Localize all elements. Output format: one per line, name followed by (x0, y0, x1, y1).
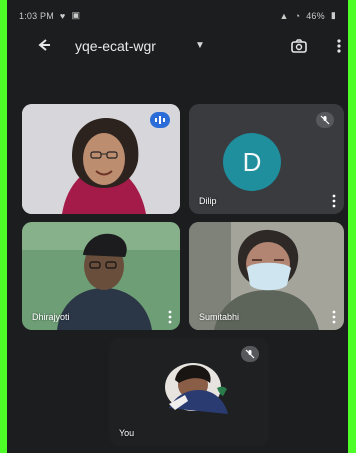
status-time: 1:03 PM (19, 10, 54, 21)
status-bar: 1:03 PM ♥ ▣ ▲ ◔ 46% ▮ (7, 0, 348, 30)
signal-icon: ▲ (279, 10, 289, 21)
meeting-code[interactable]: yqe-ecat-wgr (75, 38, 156, 54)
status-left: 1:03 PM ♥ ▣ (19, 10, 80, 21)
wifi-icon: ◔ (294, 10, 301, 21)
call-header: yqe-ecat-wgr ▼ (7, 30, 348, 64)
more-vert-icon[interactable] (332, 194, 336, 208)
participant-name: Sumitabhi (199, 312, 240, 322)
battery-percent: 46% (306, 10, 325, 21)
mic-off-icon (241, 346, 259, 362)
more-vert-icon[interactable] (332, 310, 336, 324)
participant-tile-self[interactable]: You (109, 338, 269, 446)
back-arrow-icon[interactable] (35, 36, 53, 54)
participant-tile-2[interactable]: D Dilip (189, 104, 344, 214)
more-vert-icon[interactable] (334, 38, 344, 54)
speaking-indicator-icon (150, 112, 170, 128)
heart-notification-icon: ♥ (59, 10, 66, 21)
status-right: ▲ ◔ 46% ▮ (279, 10, 336, 21)
self-label: You (119, 428, 135, 438)
participant-tile-3[interactable]: Dhirajyoti (22, 222, 180, 330)
participant-tile-4[interactable]: Sumitabhi (189, 222, 344, 330)
notification-icon: ▣ (71, 10, 81, 20)
meet-call-screen: 1:03 PM ♥ ▣ ▲ ◔ 46% ▮ yqe-ecat-wgr ▼ D D… (7, 0, 348, 453)
battery-icon: ▮ (330, 10, 336, 20)
avatar-letter: D (242, 146, 262, 177)
switch-camera-icon[interactable] (290, 38, 308, 54)
participant-name: Dilip (199, 196, 217, 206)
more-vert-icon[interactable] (168, 310, 172, 324)
participant-tile-1[interactable] (22, 104, 180, 214)
participant-avatar: D (223, 133, 281, 191)
chevron-down-icon[interactable]: ▼ (195, 40, 205, 51)
mic-off-icon (316, 112, 334, 128)
participant-name: Dhirajyoti (32, 312, 70, 322)
